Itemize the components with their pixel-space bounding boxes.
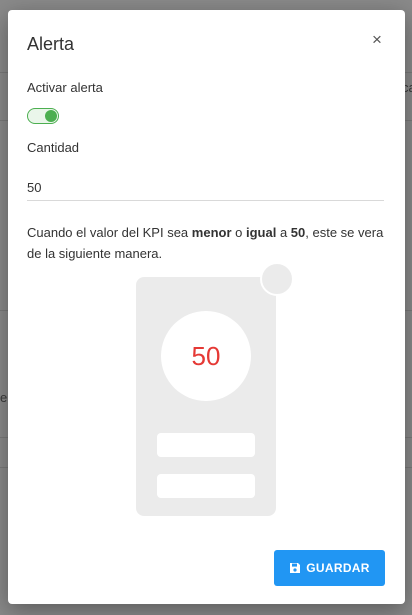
preview-placeholder-bar: [157, 474, 255, 498]
description-text: Cuando el valor del KPI sea: [27, 225, 192, 240]
preview-badge-dot: [260, 262, 294, 296]
description-text: a: [276, 225, 291, 240]
save-button-label: GUARDAR: [306, 561, 370, 575]
floppy-disk-icon: [290, 563, 301, 573]
description-text: o: [231, 225, 246, 240]
activate-alert-toggle[interactable]: [27, 108, 59, 124]
save-button[interactable]: GUARDAR: [274, 550, 385, 586]
alert-dialog: Alerta × Activar alerta Cantidad Cuando …: [8, 10, 405, 604]
alert-description: Cuando el valor del KPI sea menor o igua…: [27, 222, 387, 264]
quantity-input[interactable]: [27, 174, 384, 201]
bg-text-fragment: e: [0, 390, 8, 405]
description-bold-equal: igual: [245, 225, 277, 240]
kpi-preview-card: 50: [136, 277, 276, 516]
description-bold-less: menor: [191, 225, 232, 240]
dialog-title: Alerta: [27, 34, 75, 54]
close-icon[interactable]: ×: [369, 31, 385, 48]
preview-placeholder-bar: [157, 433, 255, 457]
kpi-preview-value: 50: [161, 311, 251, 401]
quantity-label: Cantidad: [27, 140, 80, 155]
toggle-knob: [45, 110, 57, 122]
description-bold-value: 50: [290, 225, 306, 240]
activate-alert-label: Activar alerta: [27, 80, 103, 95]
